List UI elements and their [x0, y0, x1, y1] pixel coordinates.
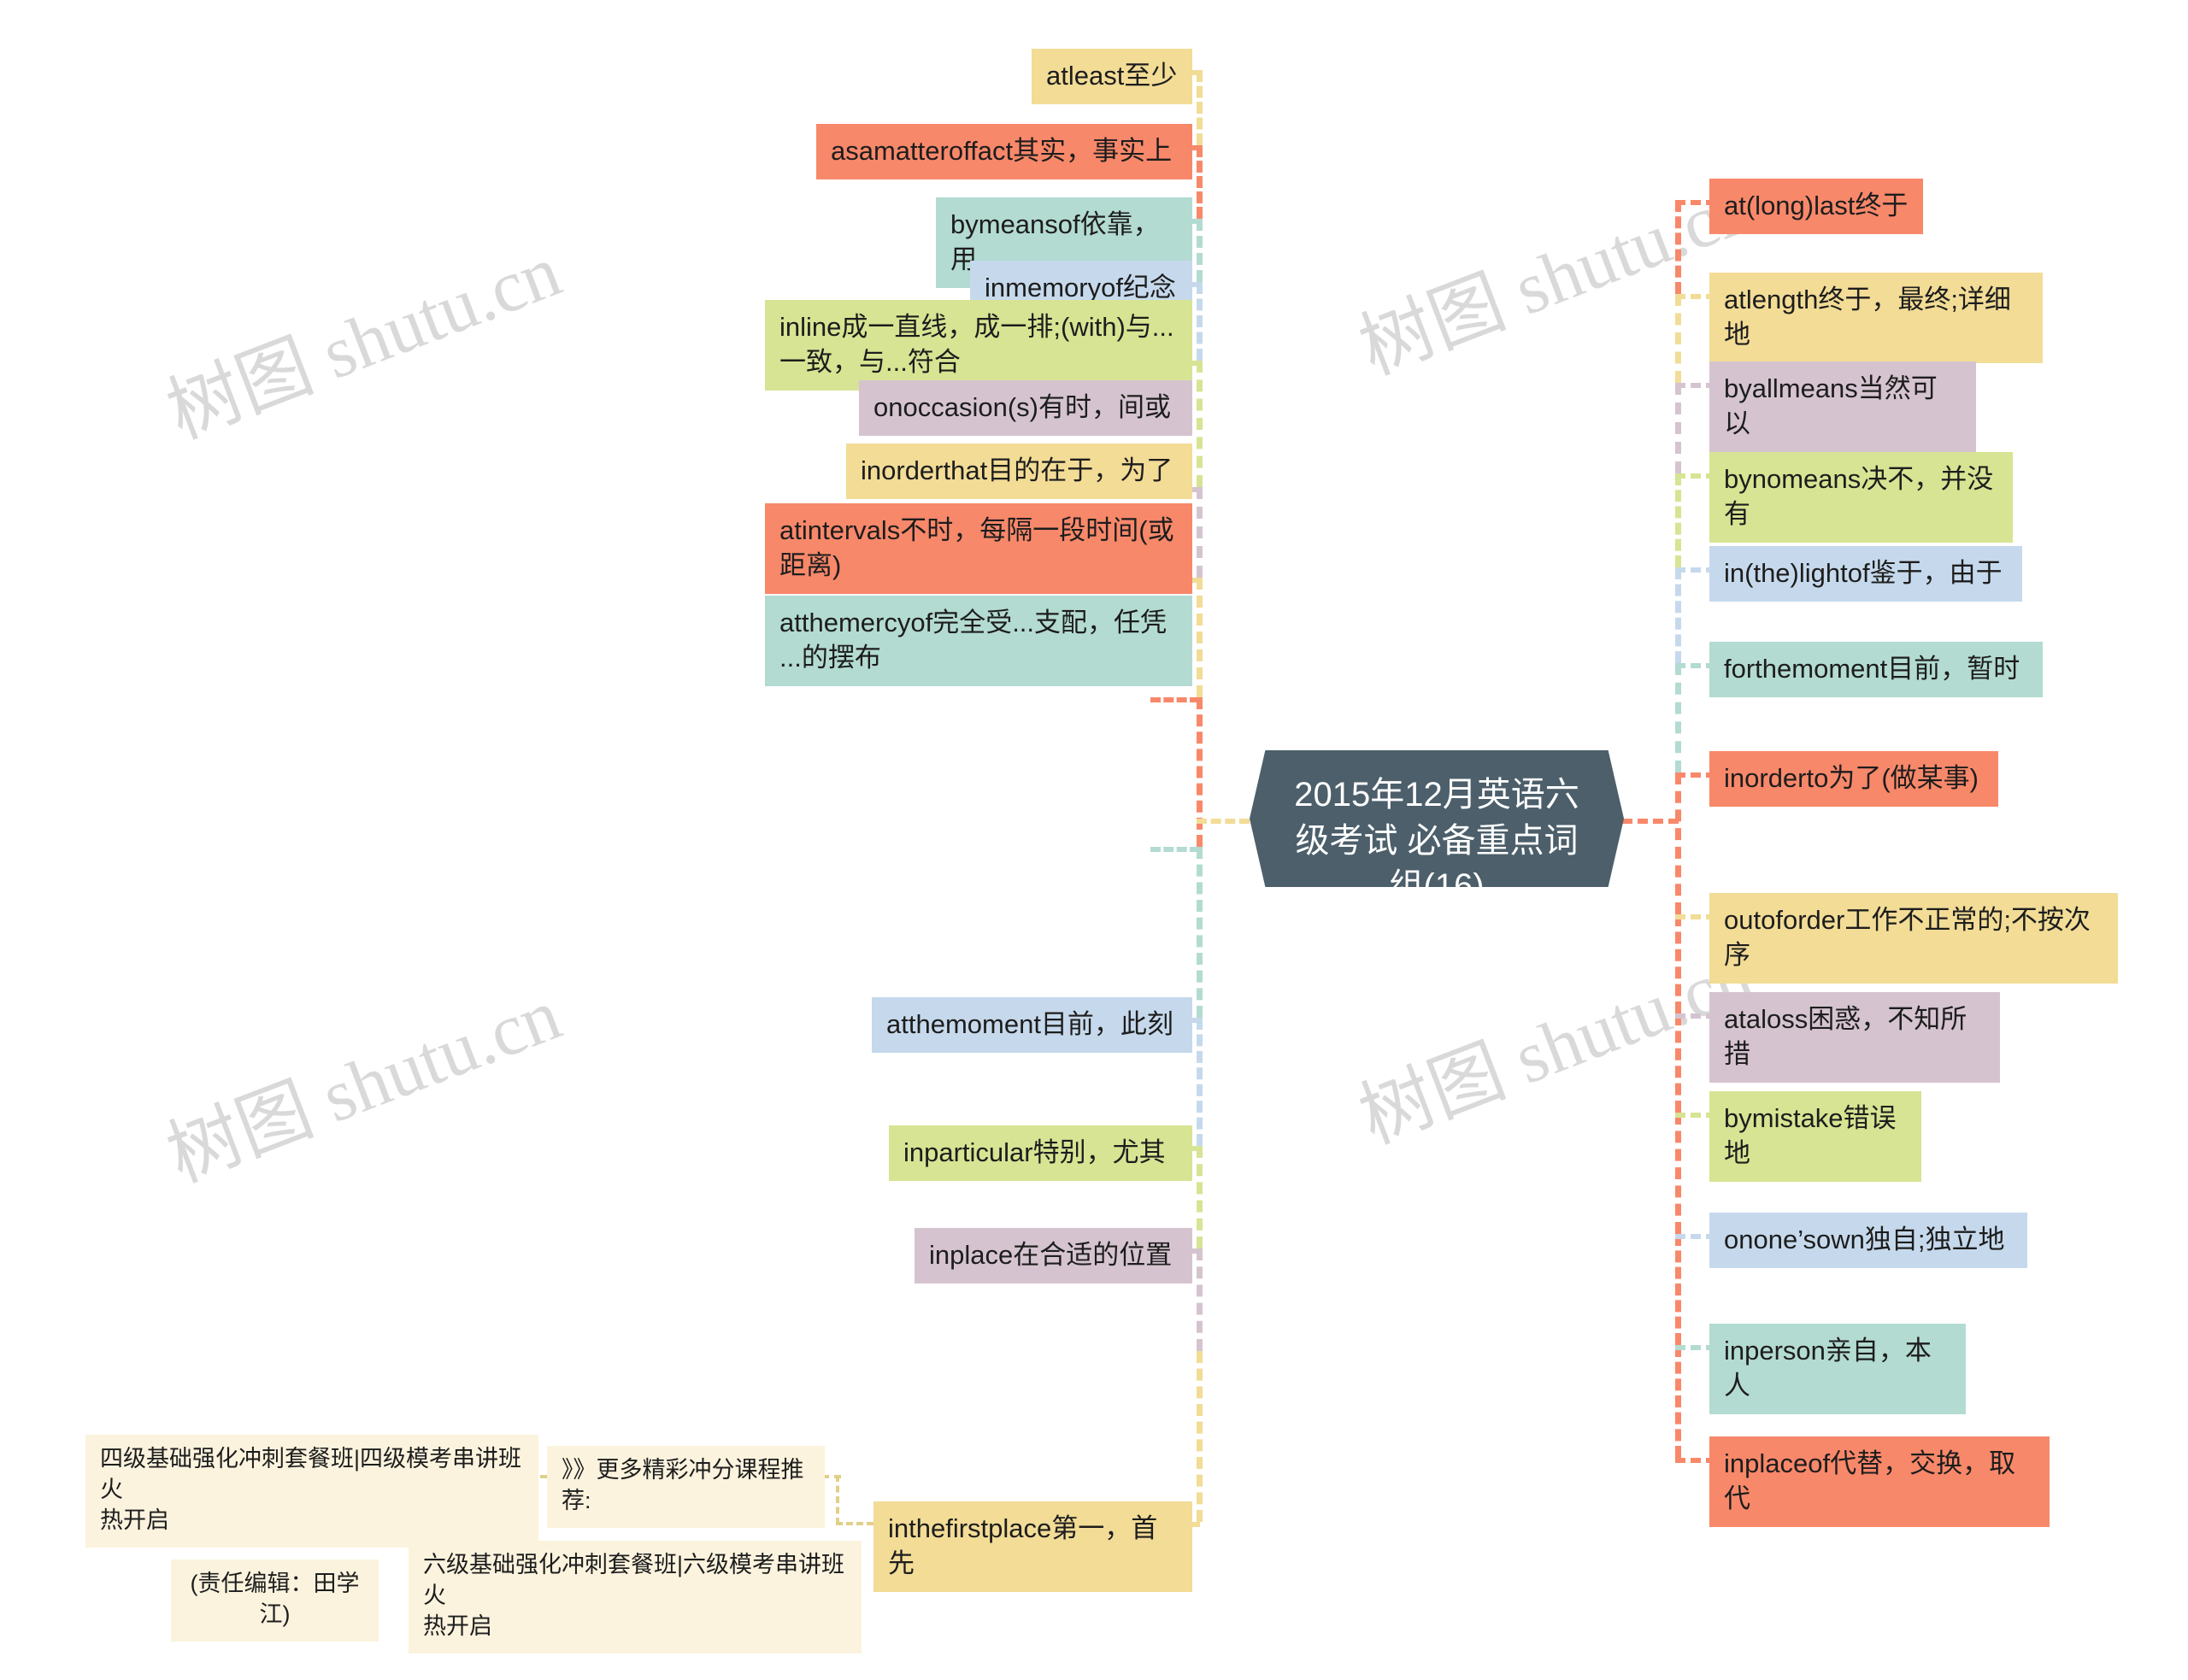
topic-node-inthelightof[interactable]: in(the)lightof鉴于，由于 — [1709, 546, 2022, 602]
topic-node-asamatteroffact[interactable]: asamatteroffact其实，事实上 — [816, 124, 1192, 180]
topic-node-outoforder[interactable]: outoforder工作不正常的;不按次序 — [1709, 893, 2118, 984]
connector-right-spine — [1675, 1113, 1681, 1234]
topic-node-inorderthat[interactable]: inorderthat目的在于，为了 — [846, 443, 1192, 500]
topic-node-more-courses[interactable]: 》》更多精彩冲分课程推荐: — [547, 1446, 825, 1528]
connector-right-spine — [1675, 1013, 1681, 1113]
connector-left-spine — [1197, 361, 1203, 487]
topic-node-bymistake[interactable]: bymistake错误地 — [1709, 1091, 1921, 1183]
connector-right-spine — [1675, 567, 1681, 663]
topic-node-forthemoment[interactable]: forthemoment目前，暂时 — [1709, 642, 2043, 698]
connector-left-spine — [1197, 145, 1203, 219]
watermark-text: 树图 shutu.cn — [1349, 934, 1764, 1160]
connector-course-stub — [822, 1475, 841, 1478]
connector-left-spine — [1197, 1248, 1203, 1351]
connector-left-spine — [1197, 1351, 1203, 1522]
topic-node-atlength[interactable]: atlength终于，最终;详细地 — [1709, 273, 2043, 364]
connector-left-spine — [1197, 578, 1203, 697]
connector-course-stub — [836, 1522, 873, 1525]
topic-node-byallmeans[interactable]: byallmeans当然可以 — [1709, 361, 1976, 453]
connector-right-spine — [1675, 1345, 1681, 1458]
connector-left-spine — [1197, 70, 1203, 145]
topic-node-atintervals[interactable]: atintervals不时，每隔一段时间(或 距离) — [765, 503, 1192, 595]
topic-node-inorderto[interactable]: inorderto为了(做某事) — [1709, 751, 1998, 808]
watermark-text: 树图 shutu.cn — [156, 229, 572, 455]
topic-node-inparticular[interactable]: inparticular特别，尤其 — [889, 1125, 1192, 1182]
topic-node-ataloss[interactable]: ataloss困惑，不知所措 — [1709, 992, 2000, 1084]
topic-node-inperson[interactable]: inperson亲自，本人 — [1709, 1324, 1966, 1415]
watermark-text: 树图 shutu.cn — [1349, 165, 1764, 391]
connector-left-root — [1197, 819, 1250, 824]
topic-node-atlonglast[interactable]: at(long)last终于 — [1709, 179, 1923, 235]
connector-left-stub — [1150, 847, 1200, 852]
connector-course-spine — [836, 1475, 839, 1524]
topic-node-ononesown[interactable]: onone’sown独自;独立地 — [1709, 1213, 2027, 1269]
connector-right-spine — [1675, 473, 1681, 567]
topic-node-atleast[interactable]: atleast至少 — [1032, 49, 1192, 105]
topic-node-editor[interactable]: (责任编辑：田学江) — [171, 1560, 379, 1642]
mindmap-canvas: 树图 shutu.cn 树图 shutu.cn 树图 shutu.cn 树图 s… — [0, 0, 2188, 1680]
connector-left-spine — [1197, 282, 1203, 361]
topic-node-inplace[interactable]: inplace在合适的位置 — [915, 1228, 1192, 1284]
topic-node-atthemoment[interactable]: atthemoment目前，此刻 — [872, 997, 1192, 1054]
connector-left-spine — [1197, 847, 1203, 1018]
connector-left-spine — [1197, 487, 1203, 578]
connector-left-spine — [1197, 219, 1203, 282]
connector-right-root — [1622, 819, 1679, 824]
connector-left-spine — [1197, 1146, 1203, 1248]
topic-node-bynomeans[interactable]: bynomeans决不，并没有 — [1709, 452, 2013, 543]
watermark-text: 树图 shutu.cn — [156, 972, 572, 1198]
topic-node-cet4-course[interactable]: 四级基础强化冲刺套餐班|四级模考串讲班火 热开启 — [85, 1435, 538, 1548]
connector-right-spine — [1675, 914, 1681, 1013]
topic-node-inthefirstplace[interactable]: inthefirstplace第一，首先 — [873, 1501, 1192, 1593]
topic-node-inplaceof[interactable]: inplaceof代替，交换，取代 — [1709, 1436, 2050, 1528]
topic-node-onoccasion[interactable]: onoccasion(s)有时，间或 — [859, 380, 1192, 437]
connector-right-spine — [1675, 294, 1681, 383]
connector-left-spine — [1197, 1018, 1203, 1146]
topic-node-atthemercyof[interactable]: atthemercyof完全受...支配，任凭 ...的摆布 — [765, 596, 1192, 687]
connector-right-spine — [1675, 1234, 1681, 1345]
connector-right-spine — [1675, 772, 1681, 914]
connector-left-stub — [1150, 697, 1200, 702]
connector-left-spine — [1197, 697, 1203, 847]
connector-right-spine — [1675, 383, 1681, 473]
central-topic[interactable]: 2015年12月英语六级考试 必备重点词组(16) — [1250, 750, 1624, 887]
topic-node-cet6-course[interactable]: 六级基础强化冲刺套餐班|六级模考串讲班火 热开启 — [409, 1541, 862, 1654]
topic-node-inline[interactable]: inline成一直线，成一排;(with)与... 一致，与...符合 — [765, 300, 1192, 391]
connector-right-spine — [1675, 200, 1681, 294]
connector-right-spine — [1675, 663, 1681, 772]
